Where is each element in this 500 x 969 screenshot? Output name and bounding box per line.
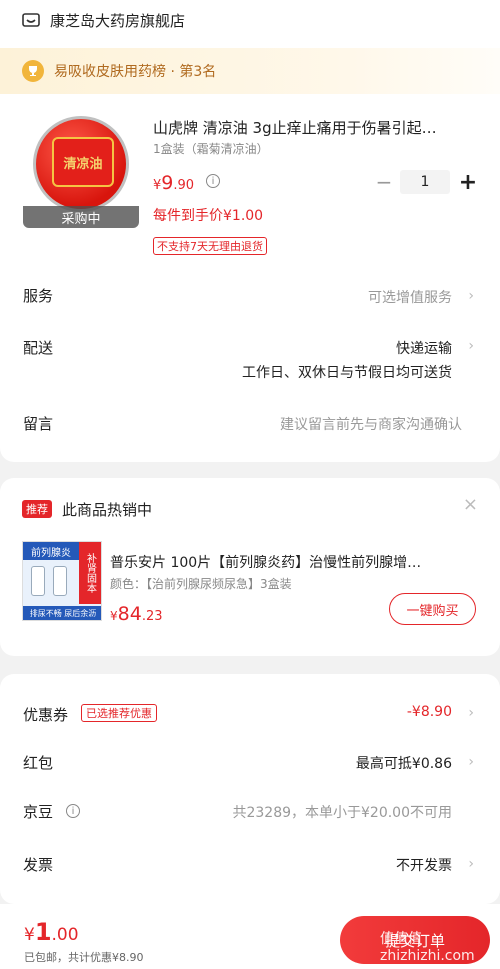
coupon-tag: 已选推荐优惠 [81,704,157,722]
shop-header[interactable]: 康芝岛大药房旗舰店 [0,0,500,40]
price-decimal: .90 [173,178,195,193]
purchasing-badge: 采购中 [23,206,139,228]
order-summary: 已包邮，共计优惠¥8.90 [24,951,144,964]
quantity-input[interactable]: 1 [400,170,450,194]
recommend-product-price: ¥84.23 [110,603,163,625]
product-title[interactable]: 山虎牌 清凉油 3g止痒止痛用于伤暑引起… [153,117,473,138]
rank-text: 易吸收皮肤用药榜 · 第3名 [54,64,217,80]
recommend-product-name[interactable]: 普乐安片 100片【前列腺炎药】治慢性前列腺增… [110,552,472,572]
quantity-plus-button[interactable]: + [456,170,480,195]
trophy-icon [22,60,44,82]
invoice-label: 发票 [23,856,54,874]
service-label: 服务 [23,287,54,305]
recommend-image-top-text: 前列腺炎 [23,542,79,560]
info-icon[interactable]: i [206,174,220,188]
delivery-schedule: 工作日、双休日与节假日均可送货 [242,365,452,381]
service-value[interactable]: 可选增值服务 [368,287,452,307]
delivery-value[interactable]: 快递运输 [396,338,452,358]
total-integer: 1 [34,918,52,946]
recommend-tag: 推荐 [22,500,52,518]
price-integer: 9 [161,172,174,194]
recommend-title: 此商品热销中 [62,501,153,519]
delivery-label: 配送 [23,339,54,357]
invoice-value[interactable]: 不开发票 [396,855,452,875]
watermark: 值值值 zhizhizhi.com [380,931,475,964]
one-click-buy-button[interactable]: 一键购买 [389,593,476,625]
close-icon[interactable]: × [463,494,478,515]
product-spec: 1盒装（霜菊清凉油） [153,142,269,156]
redpacket-chevron-icon[interactable]: › [468,754,474,770]
price-currency: ¥ [110,609,118,623]
redpacket-label: 红包 [23,754,54,772]
info-icon[interactable]: i [66,804,80,818]
jingdou-label: 京豆 [23,803,54,821]
quantity-minus-button[interactable]: − [374,170,394,194]
rank-banner[interactable]: 易吸收皮肤用药榜 · 第3名 [0,48,500,94]
invoice-chevron-icon[interactable]: › [468,856,474,872]
recommend-image-side-text: 补肾固本 [79,542,101,604]
coupon-label: 优惠券 [23,706,69,724]
recommend-card: 推荐 此商品热销中 × 前列腺炎 补肾固本 排尿不畅 尿后余沥 普乐安片 100… [0,478,500,656]
bottle-icon [31,566,45,596]
price-integer: 84 [117,603,142,625]
redpacket-value[interactable]: 最高可抵¥0.86 [356,753,452,773]
total-currency: ¥ [24,925,35,945]
product-price: ¥9.90 [153,172,194,194]
total-decimal: .00 [51,925,79,945]
recommend-product-spec: 颜色：【治前列腺尿频尿急】3盒装 [110,577,292,591]
discount-card: 优惠券 已选推荐优惠 -¥8.90 › 红包 最高可抵¥0.86 › 京豆 i … [0,674,500,904]
product-image[interactable]: 清凉油 采购中 [23,110,139,228]
product-image-label: 清凉油 [52,137,114,187]
service-chevron-icon[interactable]: › [468,288,474,304]
product-tin: 清凉油 [33,116,129,212]
coupon-chevron-icon[interactable]: › [468,705,474,721]
shop-icon [22,13,40,27]
each-price: 每件到手价¥1.00 [153,208,264,224]
coupon-value[interactable]: -¥8.90 [407,704,452,720]
recommend-image-bottom-text: 排尿不畅 尿后余沥 [23,606,101,620]
return-policy-tag: 不支持7天无理由退货 [153,237,267,255]
recommend-product-image[interactable]: 前列腺炎 补肾固本 排尿不畅 尿后余沥 [22,541,102,621]
jingdou-value: 共23289，本单小于¥20.00不可用 [232,805,452,821]
price-decimal: .23 [141,609,163,624]
order-card: 康芝岛大药房旗舰店 易吸收皮肤用药榜 · 第3名 清凉油 采购中 山虎牌 清凉油… [0,0,500,462]
bottle-icon [53,566,67,596]
shop-name: 康芝岛大药房旗舰店 [50,11,186,30]
message-input[interactable]: 建议留言前先与商家沟通确认 [280,414,462,434]
delivery-chevron-icon[interactable]: › [468,338,474,354]
message-label: 留言 [23,415,54,433]
total-price: ¥1.00 [24,918,79,946]
